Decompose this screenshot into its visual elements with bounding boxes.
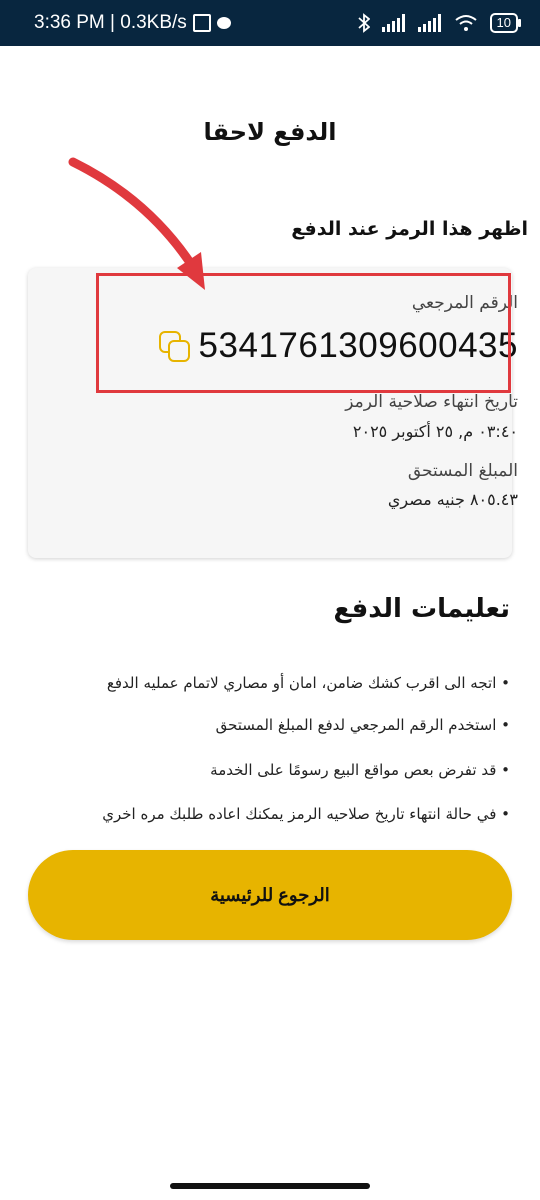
amount-label: المبلغ المستحق (407, 461, 518, 481)
page-title: الدفع لاحقا (203, 118, 337, 146)
signal-icon (381, 14, 405, 32)
signal-icon (417, 14, 441, 32)
back-to-home-button[interactable]: الرجوع للرئيسية (28, 850, 512, 940)
expiry-label: تاريخ انتهاء صلاحية الرمز (345, 392, 518, 412)
amount-value: ٨٠٥.٤٣ جنيه مصري (387, 490, 518, 509)
bluetooth-icon (357, 13, 370, 33)
instruction-item: • استخدم الرقم المرجعي لدفع المبلغ المست… (215, 716, 510, 734)
instruction-item: • في حالة انتهاء تاريخ صلاحيه الرمز يمكن… (102, 805, 510, 823)
expiry-value: ٠٣:٤٠ م, ٢٥ أكتوبر ٢٠٢٥ (352, 422, 518, 441)
instruction-item: • اتجه الى اقرب كشك ضامن، امان أو مصاري … (106, 674, 510, 692)
reference-row: 5341761309600435 (158, 326, 518, 366)
instructions-title: تعليمات الدفع (333, 594, 510, 624)
wifi-icon (454, 15, 477, 31)
status-time: 3:36 PM | 0.3KB/s (34, 12, 187, 33)
reference-number: 5341761309600435 (198, 326, 518, 365)
nfc-icon (192, 14, 211, 32)
battery-icon: 10 (489, 13, 522, 33)
navigation-handle[interactable] (170, 1183, 370, 1189)
show-code-subtitle: اظهر هذا الرمز عند الدفع (291, 218, 528, 240)
chat-icon (216, 17, 231, 29)
instruction-item: • قد تفرض بعص مواقع البيع رسومًا على الخ… (210, 761, 510, 779)
copy-icon[interactable] (158, 331, 190, 362)
status-bar: 3:36 PM | 0.3KB/s 10 (0, 0, 540, 46)
reference-label: الرقم المرجعي (411, 293, 518, 313)
